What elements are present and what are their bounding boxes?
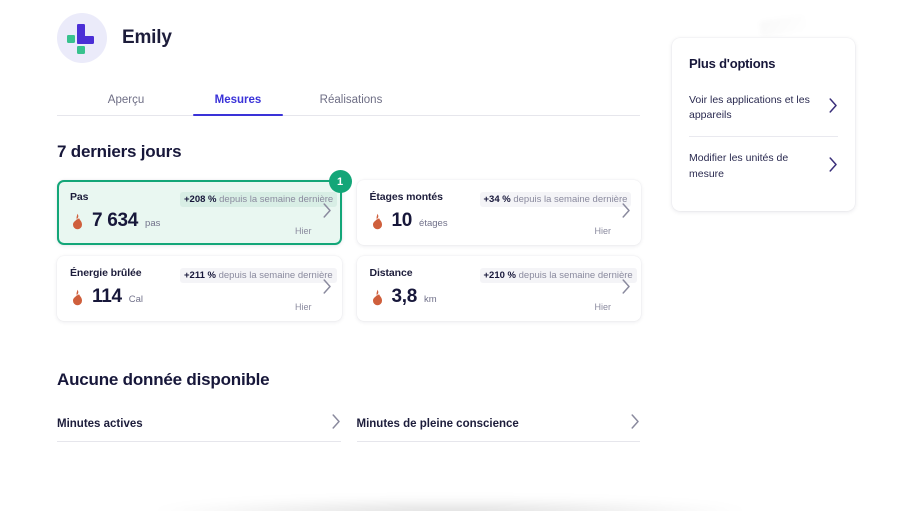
metric-delta-text: depuis la semaine dernière — [518, 270, 633, 281]
section-title-week: 7 derniers jours — [57, 142, 182, 161]
flame-icon — [370, 289, 385, 306]
page-bottom-shadow — [150, 499, 750, 511]
chevron-right-icon[interactable] — [622, 202, 631, 223]
metric-card-row: 1 Pas +208 % depuis la semaine dernière … — [57, 170, 641, 245]
metric-unit: Cal — [128, 294, 144, 305]
page-title: Emily — [122, 27, 172, 48]
status-badge: 1 — [328, 170, 352, 193]
options-item-apps-devices[interactable]: Voir les applications et les appareils — [689, 91, 838, 136]
metric-time: Hier — [294, 226, 312, 236]
metric-delta-value: +210 % — [483, 270, 517, 281]
metric-time: Hier — [594, 302, 611, 312]
chevron-right-icon[interactable] — [322, 202, 332, 223]
metric-card-etages[interactable]: Étages montés +34 % depuis la semaine de… — [356, 180, 641, 245]
nodata-list: Minutes actives Minutes de pleine consci… — [57, 406, 640, 442]
tab-bar: Aperçu Mesures Réalisations — [57, 86, 640, 116]
flame-icon — [370, 213, 385, 230]
chevron-right-icon[interactable] — [322, 278, 332, 299]
metric-delta: +34 % depuis la semaine dernière — [479, 192, 632, 207]
metric-card-row: Énergie brûlée +211 % depuis la semaine … — [57, 256, 641, 321]
metric-value-row: 7 634 pas — [70, 210, 329, 232]
metric-delta-value: +208 % — [184, 194, 217, 205]
metric-time: Hier — [594, 226, 611, 236]
metric-unit: étages — [419, 218, 448, 229]
metric-delta-text: depuis la semaine dernière — [513, 194, 628, 205]
list-item-minutes-pleine-conscience[interactable]: Minutes de pleine conscience — [356, 406, 640, 442]
section-title-nodata: Aucune donnée disponible — [57, 370, 270, 389]
options-panel: Plus d'options Voir les applications et … — [672, 38, 855, 211]
metric-delta-value: +34 % — [483, 194, 511, 205]
options-item-units[interactable]: Modifier les unités de mesure — [689, 136, 838, 194]
avatar[interactable] — [57, 13, 107, 63]
list-item-minutes-actives[interactable]: Minutes actives — [57, 406, 341, 442]
flame-icon — [70, 213, 85, 230]
profile-header: Emily — [57, 13, 172, 63]
tab-realisations[interactable]: Réalisations — [301, 94, 401, 115]
metric-value: 3,8 — [391, 286, 418, 307]
metric-value: 10 — [391, 210, 413, 231]
chevron-right-icon[interactable] — [331, 413, 341, 434]
metric-unit: pas — [145, 218, 161, 229]
metric-delta-text: depuis la semaine dernière — [218, 270, 333, 281]
metric-value-row: 3,8 km — [370, 286, 629, 308]
metric-card-energie[interactable]: Énergie brûlée +211 % depuis la semaine … — [57, 256, 342, 321]
metric-card-grid: 1 Pas +208 % depuis la semaine dernière … — [57, 170, 641, 332]
metric-time: Hier — [294, 302, 312, 312]
metric-value: 114 — [92, 286, 122, 307]
list-item-label: Minutes de pleine conscience — [356, 417, 519, 430]
panel-shadow-artifact — [759, 14, 807, 38]
metric-delta: +208 % depuis la semaine dernière — [180, 192, 338, 207]
metric-delta-value: +211 % — [184, 270, 216, 281]
metric-value-row: 114 Cal — [70, 286, 329, 308]
metric-card-pas[interactable]: 1 Pas +208 % depuis la semaine dernière … — [57, 170, 352, 245]
options-item-label: Modifier les unités de mesure — [689, 152, 789, 180]
list-item-label: Minutes actives — [57, 417, 143, 430]
chevron-right-icon[interactable] — [631, 413, 640, 434]
options-item-label: Voir les applications et les appareils — [689, 94, 810, 122]
flame-icon — [70, 289, 85, 306]
measures-page: Emily Aperçu Mesures Réalisations 7 dern… — [0, 0, 900, 511]
chevron-right-icon[interactable] — [829, 156, 838, 177]
chevron-right-icon[interactable] — [622, 278, 631, 299]
options-panel-title: Plus d'options — [689, 56, 776, 71]
metric-delta: +210 % depuis la semaine dernière — [479, 268, 637, 283]
metric-delta-text: depuis la semaine dernière — [219, 194, 334, 205]
chevron-right-icon[interactable] — [829, 98, 838, 118]
metric-value-row: 10 étages — [370, 210, 629, 232]
metric-unit: km — [424, 294, 437, 305]
metric-delta: +211 % depuis la semaine dernière — [180, 268, 337, 283]
tab-apercu[interactable]: Aperçu — [81, 94, 171, 115]
metric-card-distance[interactable]: Distance +210 % depuis la semaine derniè… — [356, 256, 641, 321]
metric-value: 7 634 — [92, 210, 139, 231]
tab-mesures[interactable]: Mesures — [193, 94, 283, 116]
